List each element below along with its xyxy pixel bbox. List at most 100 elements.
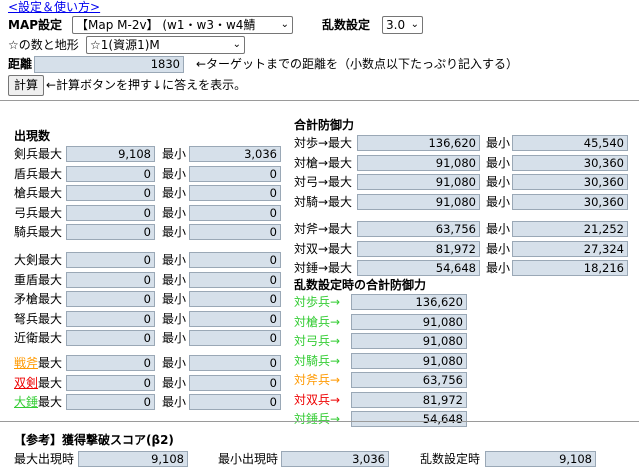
min-label: 最小 [486,261,511,275]
defense-min-field: 18,216 [512,260,628,276]
min-label: 最小 [162,356,187,370]
min-count-field: 0 [189,330,281,346]
random-defense-field: 91,080 [351,313,467,330]
calc-hint: ←計算ボタンを押す↓に答えを表示。 [46,78,247,92]
unit-max-label: 大錘最大 [14,394,62,410]
min-label: 最小 [486,241,511,256]
random-select-value: 3.0 [386,18,406,32]
unit-max-label: 重盾最大 [14,272,63,287]
min-count-field: 0 [189,165,281,182]
distance-hint: ←ターゲットまでの距離を（小数点以下たっぷり記入する） [196,57,519,71]
unit-max-label: 弓兵最大 [14,205,63,220]
min-count-field: 0 [189,224,281,240]
unit-max-label: 盾兵最大 [14,166,63,181]
map-select-value: 【Map M-2v】 (w1・w3・w4鯖 [76,18,256,32]
min-label: 最小 [486,155,511,170]
min-label: 最小 [162,395,187,409]
min-label: 最小 [162,166,187,181]
defense-max-field: 63,756 [357,221,480,237]
defense-max-label: 対錘→最大 [294,261,353,275]
max-count-field: 0 [66,330,155,346]
defense-max-field: 91,080 [357,193,480,210]
map-select[interactable]: 【Map M-2v】 (w1・w3・w4鯖 ⌄ [72,16,293,34]
defense-max-label: 対斧→最大 [294,222,353,236]
defense-min-field: 30,360 [512,154,628,171]
max-count-field: 0 [66,165,155,182]
max-count-field: 0 [66,204,155,221]
defense-max-field: 91,080 [357,154,480,171]
appear-title: 出現数 [14,129,51,143]
score-min-label: 最小出現時 [218,452,279,466]
score-max-label: 最大出現時 [14,452,75,466]
map-setting-label: MAP設定 [8,18,63,32]
unit-max-suffix: 最大 [38,356,63,370]
min-label: 最小 [162,225,187,239]
unit-max-label: 剣兵最大 [14,147,63,161]
max-count-field: 0 [66,374,155,391]
min-count-field: 0 [189,291,281,307]
score-max-value: 9,108 [78,451,188,467]
random-defense-title: 乱数設定時の合計防御力 [294,278,427,292]
random-defense-field: 91,080 [351,352,467,369]
random-defense-label: 対斧兵→ [294,373,341,387]
unit-type-name: 戦斧 [14,356,39,370]
min-count-field: 0 [189,355,281,371]
random-defense-label: 対歩兵→ [294,295,341,309]
unit-max-label: 矛槍最大 [14,292,63,306]
random-defense-field: 81,972 [351,391,467,408]
min-count-field: 0 [189,374,281,391]
score-min-value: 3,036 [281,451,389,467]
unit-max-label: 騎兵最大 [14,225,63,239]
random-defense-field: 136,620 [351,294,467,310]
min-count-field: 0 [189,204,281,221]
stars-terrain-select[interactable]: ☆1(資源1)M ⌄ [86,36,245,54]
min-label: 最小 [162,205,187,220]
min-label: 最小 [162,311,187,326]
random-defense-label: 対錘兵→ [294,412,341,426]
defense-max-field: 91,080 [357,174,480,190]
unit-max-label: 戦斧最大 [14,355,62,371]
chevron-down-icon: ⌄ [280,19,289,30]
min-label: 最小 [162,375,187,390]
settings-usage-link[interactable]: <設定＆使い方> [8,0,100,14]
defense-title: 合計防御力 [294,118,355,132]
chevron-down-icon: ⌄ [232,39,241,50]
defense-min-field: 45,540 [512,135,628,151]
min-label: 最小 [162,331,187,345]
distance-label: 距離 [8,57,33,71]
unit-max-suffix: 最大 [38,375,63,390]
defense-max-label: 対双→最大 [294,241,353,256]
max-count-field: 0 [66,291,155,307]
defense-min-field: 27,324 [512,240,628,257]
min-count-field: 0 [189,252,281,268]
unit-max-label: 槍兵最大 [14,186,63,200]
defense-max-label: 対騎→最大 [294,194,353,209]
random-setting-label: 乱数設定 [322,18,371,32]
score-title: 【参考】獲得撃破スコア(β2) [14,433,174,447]
unit-max-label: 近衛最大 [14,331,63,345]
random-defense-label: 対弓兵→ [294,334,341,348]
max-count-field: 0 [66,355,155,371]
unit-max-label: 双剣最大 [14,375,62,391]
calculate-button[interactable]: 計算 [8,75,44,96]
min-label: 最小 [486,222,511,236]
random-defense-label: 対槍兵→ [294,314,341,329]
min-label: 最小 [162,253,187,267]
min-count-field: 0 [189,185,281,201]
defense-max-field: 136,620 [357,135,480,151]
divider [0,421,639,422]
random-select[interactable]: 3.0 ⌄ [382,16,423,34]
defense-min-field: 30,360 [512,193,628,210]
divider [0,100,639,101]
max-count-field: 0 [66,224,155,240]
min-label: 最小 [162,186,187,200]
defense-max-label: 対槍→最大 [294,155,353,170]
max-count-field: 0 [66,394,155,410]
random-defense-field: 63,756 [351,372,467,388]
min-count-field: 0 [189,310,281,327]
max-count-field: 0 [66,185,155,201]
min-label: 最小 [486,194,511,209]
distance-input[interactable]: 1830 [34,56,184,73]
min-label: 最小 [162,292,187,306]
random-defense-label: 対騎兵→ [294,353,341,368]
